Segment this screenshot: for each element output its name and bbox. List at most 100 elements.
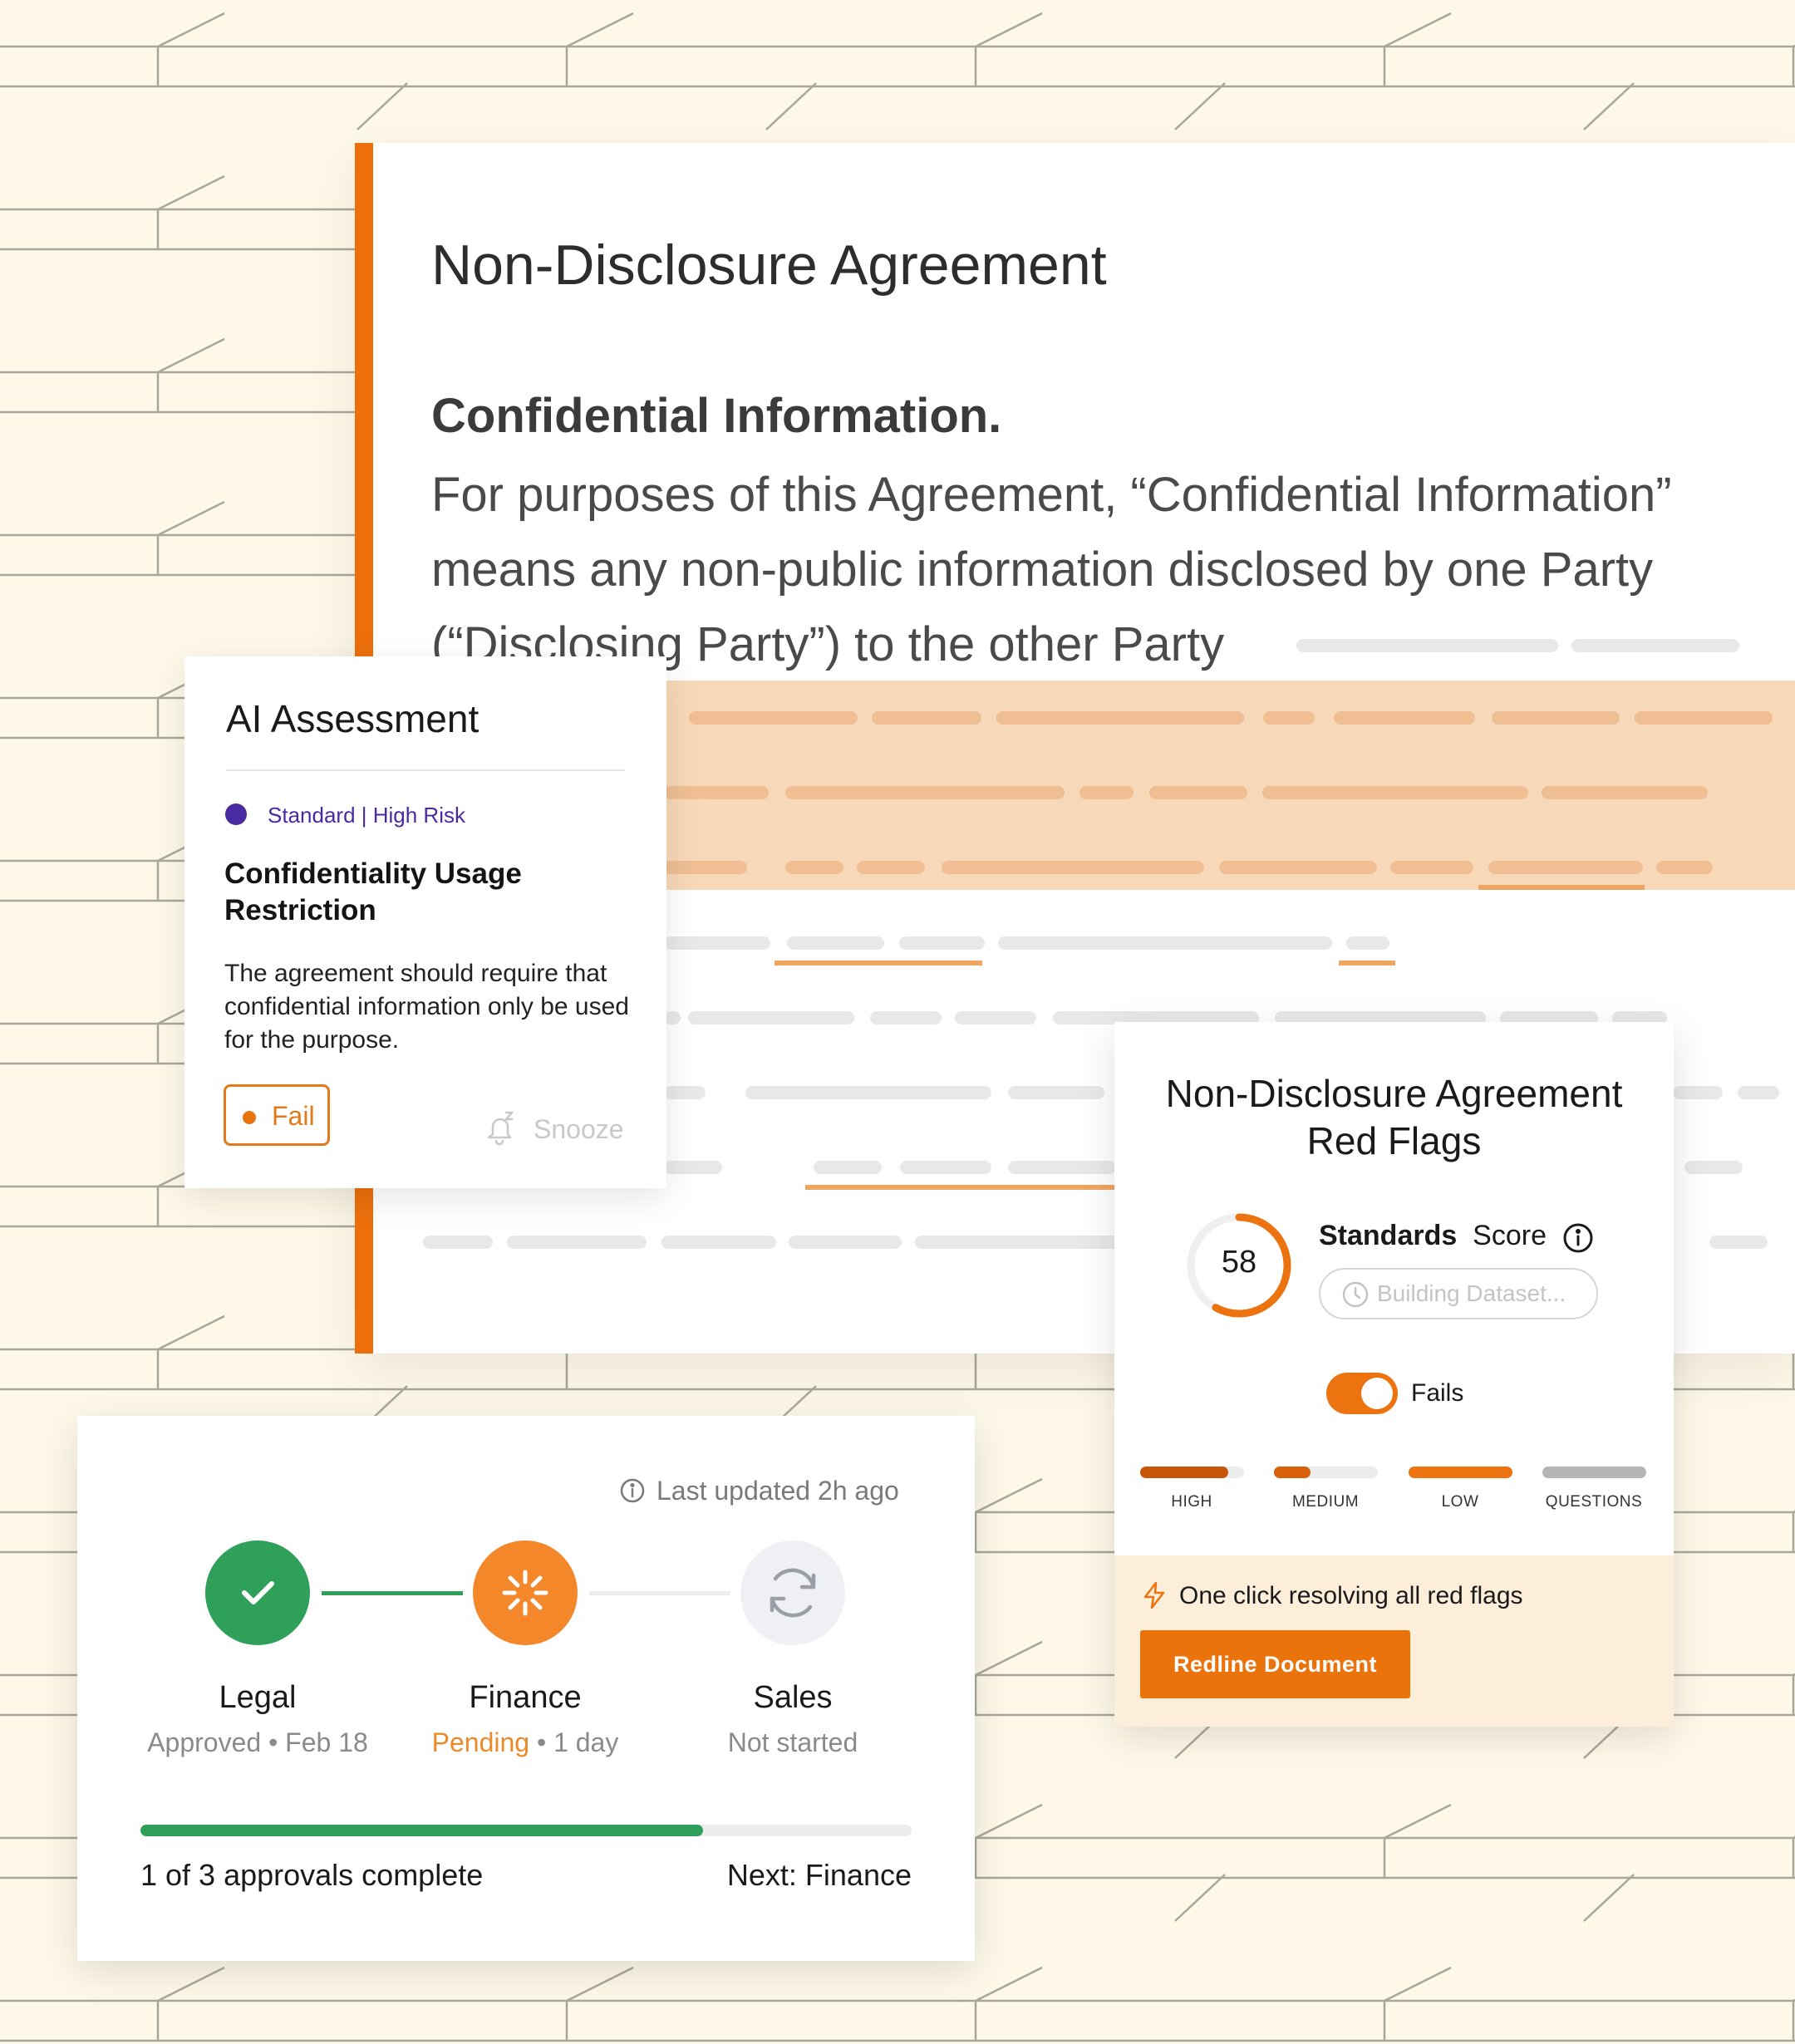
pattern-line	[157, 12, 225, 48]
red-flags-title-line: Non-Disclosure Agreement	[1165, 1072, 1623, 1115]
text-placeholder	[664, 1011, 681, 1024]
approvals-card: Last updated 2h ago Legal Approved • Feb…	[77, 1416, 975, 1961]
fail-dot-icon	[243, 1111, 256, 1124]
category-bar-high[interactable]	[1140, 1467, 1244, 1478]
step-name: Sales	[753, 1680, 833, 1715]
bell-snooze-icon	[487, 1111, 514, 1146]
text-placeholder	[857, 861, 925, 874]
pattern-line	[1174, 82, 1226, 130]
text-placeholder	[689, 711, 858, 725]
step-status: Pending • 1 day	[392, 1727, 658, 1758]
snooze-label: Snooze	[534, 1114, 624, 1144]
lightning-icon	[1143, 1581, 1165, 1609]
pattern-line	[975, 12, 1043, 48]
text-placeholder	[789, 1236, 902, 1249]
category-bar-fill	[1409, 1467, 1512, 1478]
fail-label: Fail	[272, 1101, 315, 1131]
text-placeholder	[1656, 861, 1713, 874]
text-placeholder	[900, 1161, 991, 1174]
risk-dot-icon	[225, 803, 247, 825]
document-title: Non-Disclosure Agreement	[431, 233, 1107, 297]
text-placeholder	[1488, 861, 1643, 874]
category-label: MEDIUM	[1291, 1493, 1360, 1511]
pattern-line	[1174, 1874, 1226, 1922]
text-placeholder	[1334, 711, 1475, 725]
text-placeholder	[1219, 861, 1377, 874]
redline-document-button[interactable]: Redline Document	[1140, 1630, 1410, 1698]
pattern-line	[1384, 1966, 1452, 2002]
text-placeholder	[870, 1011, 942, 1024]
fail-status-button[interactable]: Fail	[224, 1084, 330, 1146]
category-bar-fill	[1542, 1467, 1646, 1478]
text-placeholder	[814, 1161, 882, 1174]
red-flags-title-line: Red Flags	[1306, 1119, 1482, 1162]
dataset-status-label: Building Dataset...	[1377, 1280, 1566, 1306]
flag-underline	[1478, 885, 1645, 890]
text-placeholder	[664, 861, 747, 874]
section-heading: Confidential Information.	[431, 389, 1002, 443]
text-placeholder	[1571, 639, 1739, 652]
category-bar-fill	[1140, 1467, 1229, 1478]
text-placeholder	[915, 1236, 1123, 1249]
text-placeholder	[700, 786, 769, 799]
standards-label: Standards	[1319, 1220, 1458, 1251]
text-placeholder	[899, 936, 985, 950]
step-status-label: Not started	[727, 1727, 858, 1757]
text-placeholder	[996, 711, 1244, 725]
pattern-line	[765, 82, 817, 130]
text-placeholder	[787, 936, 884, 950]
step-sales-status[interactable]	[740, 1540, 845, 1645]
category-bar-low[interactable]	[1409, 1467, 1512, 1478]
step-finance-status[interactable]	[473, 1540, 578, 1645]
step-connector	[589, 1591, 730, 1595]
step-status: Approved • Feb 18	[125, 1727, 391, 1758]
document-body-line: For purposes of this Agreement, “Confide…	[431, 468, 1672, 522]
step-status-label: Pending	[431, 1727, 530, 1757]
rule-description: The agreement should require that confid…	[224, 960, 629, 1054]
pattern-line	[157, 1966, 225, 2002]
category-label: LOW	[1441, 1493, 1479, 1511]
fails-toggle[interactable]	[1326, 1373, 1398, 1414]
category-bar-questions[interactable]	[1542, 1467, 1646, 1478]
category-bar-medium[interactable]	[1274, 1467, 1378, 1478]
text-placeholder	[1149, 786, 1247, 799]
risk-badge: Standard | High Risk	[268, 803, 465, 828]
text-placeholder	[1492, 711, 1620, 725]
text-placeholder	[661, 1236, 776, 1249]
text-placeholder	[1390, 861, 1473, 874]
pattern-line	[157, 174, 225, 211]
text-placeholder	[1296, 639, 1558, 652]
category-label: HIGH	[1171, 1493, 1212, 1511]
category-bar-fill	[1274, 1467, 1311, 1478]
step-status-label: Approved	[147, 1727, 262, 1757]
last-updated-label: Last updated 2h ago	[657, 1476, 899, 1506]
approvals-progress-fill	[140, 1825, 704, 1836]
info-icon[interactable]	[1561, 1221, 1595, 1255]
text-placeholder	[664, 1086, 706, 1099]
approvals-progress-text: 1 of 3 approvals complete	[140, 1858, 484, 1892]
red-flags-title: Non-Disclosure Agreement Red Flags	[1114, 1070, 1674, 1165]
text-placeholder	[785, 861, 843, 874]
flag-underline	[805, 1185, 1121, 1190]
text-placeholder	[955, 1011, 1036, 1024]
pattern-line	[157, 337, 225, 374]
text-placeholder	[1684, 1161, 1743, 1174]
ai-assessment-card: AI Assessment Standard | High Risk Confi…	[184, 656, 666, 1188]
step-status-detail: • 1 day	[529, 1727, 619, 1757]
text-placeholder	[745, 1086, 991, 1099]
pattern-line	[566, 12, 634, 48]
info-icon	[620, 1478, 645, 1503]
score-value: 58	[1221, 1245, 1257, 1280]
text-placeholder	[1738, 1086, 1779, 1099]
check-icon	[242, 1581, 274, 1604]
pattern-line	[357, 82, 408, 130]
score-label: Score	[1473, 1220, 1547, 1251]
ai-assessment-title: AI Assessment	[226, 697, 479, 740]
pattern-line	[975, 1966, 1043, 2002]
flag-underline	[775, 961, 982, 965]
approvals-progress-bar	[140, 1825, 912, 1836]
step-legal-status[interactable]	[205, 1540, 310, 1645]
text-placeholder	[1262, 786, 1528, 799]
pattern-line	[1384, 1803, 1452, 1840]
text-placeholder	[1008, 1161, 1116, 1174]
